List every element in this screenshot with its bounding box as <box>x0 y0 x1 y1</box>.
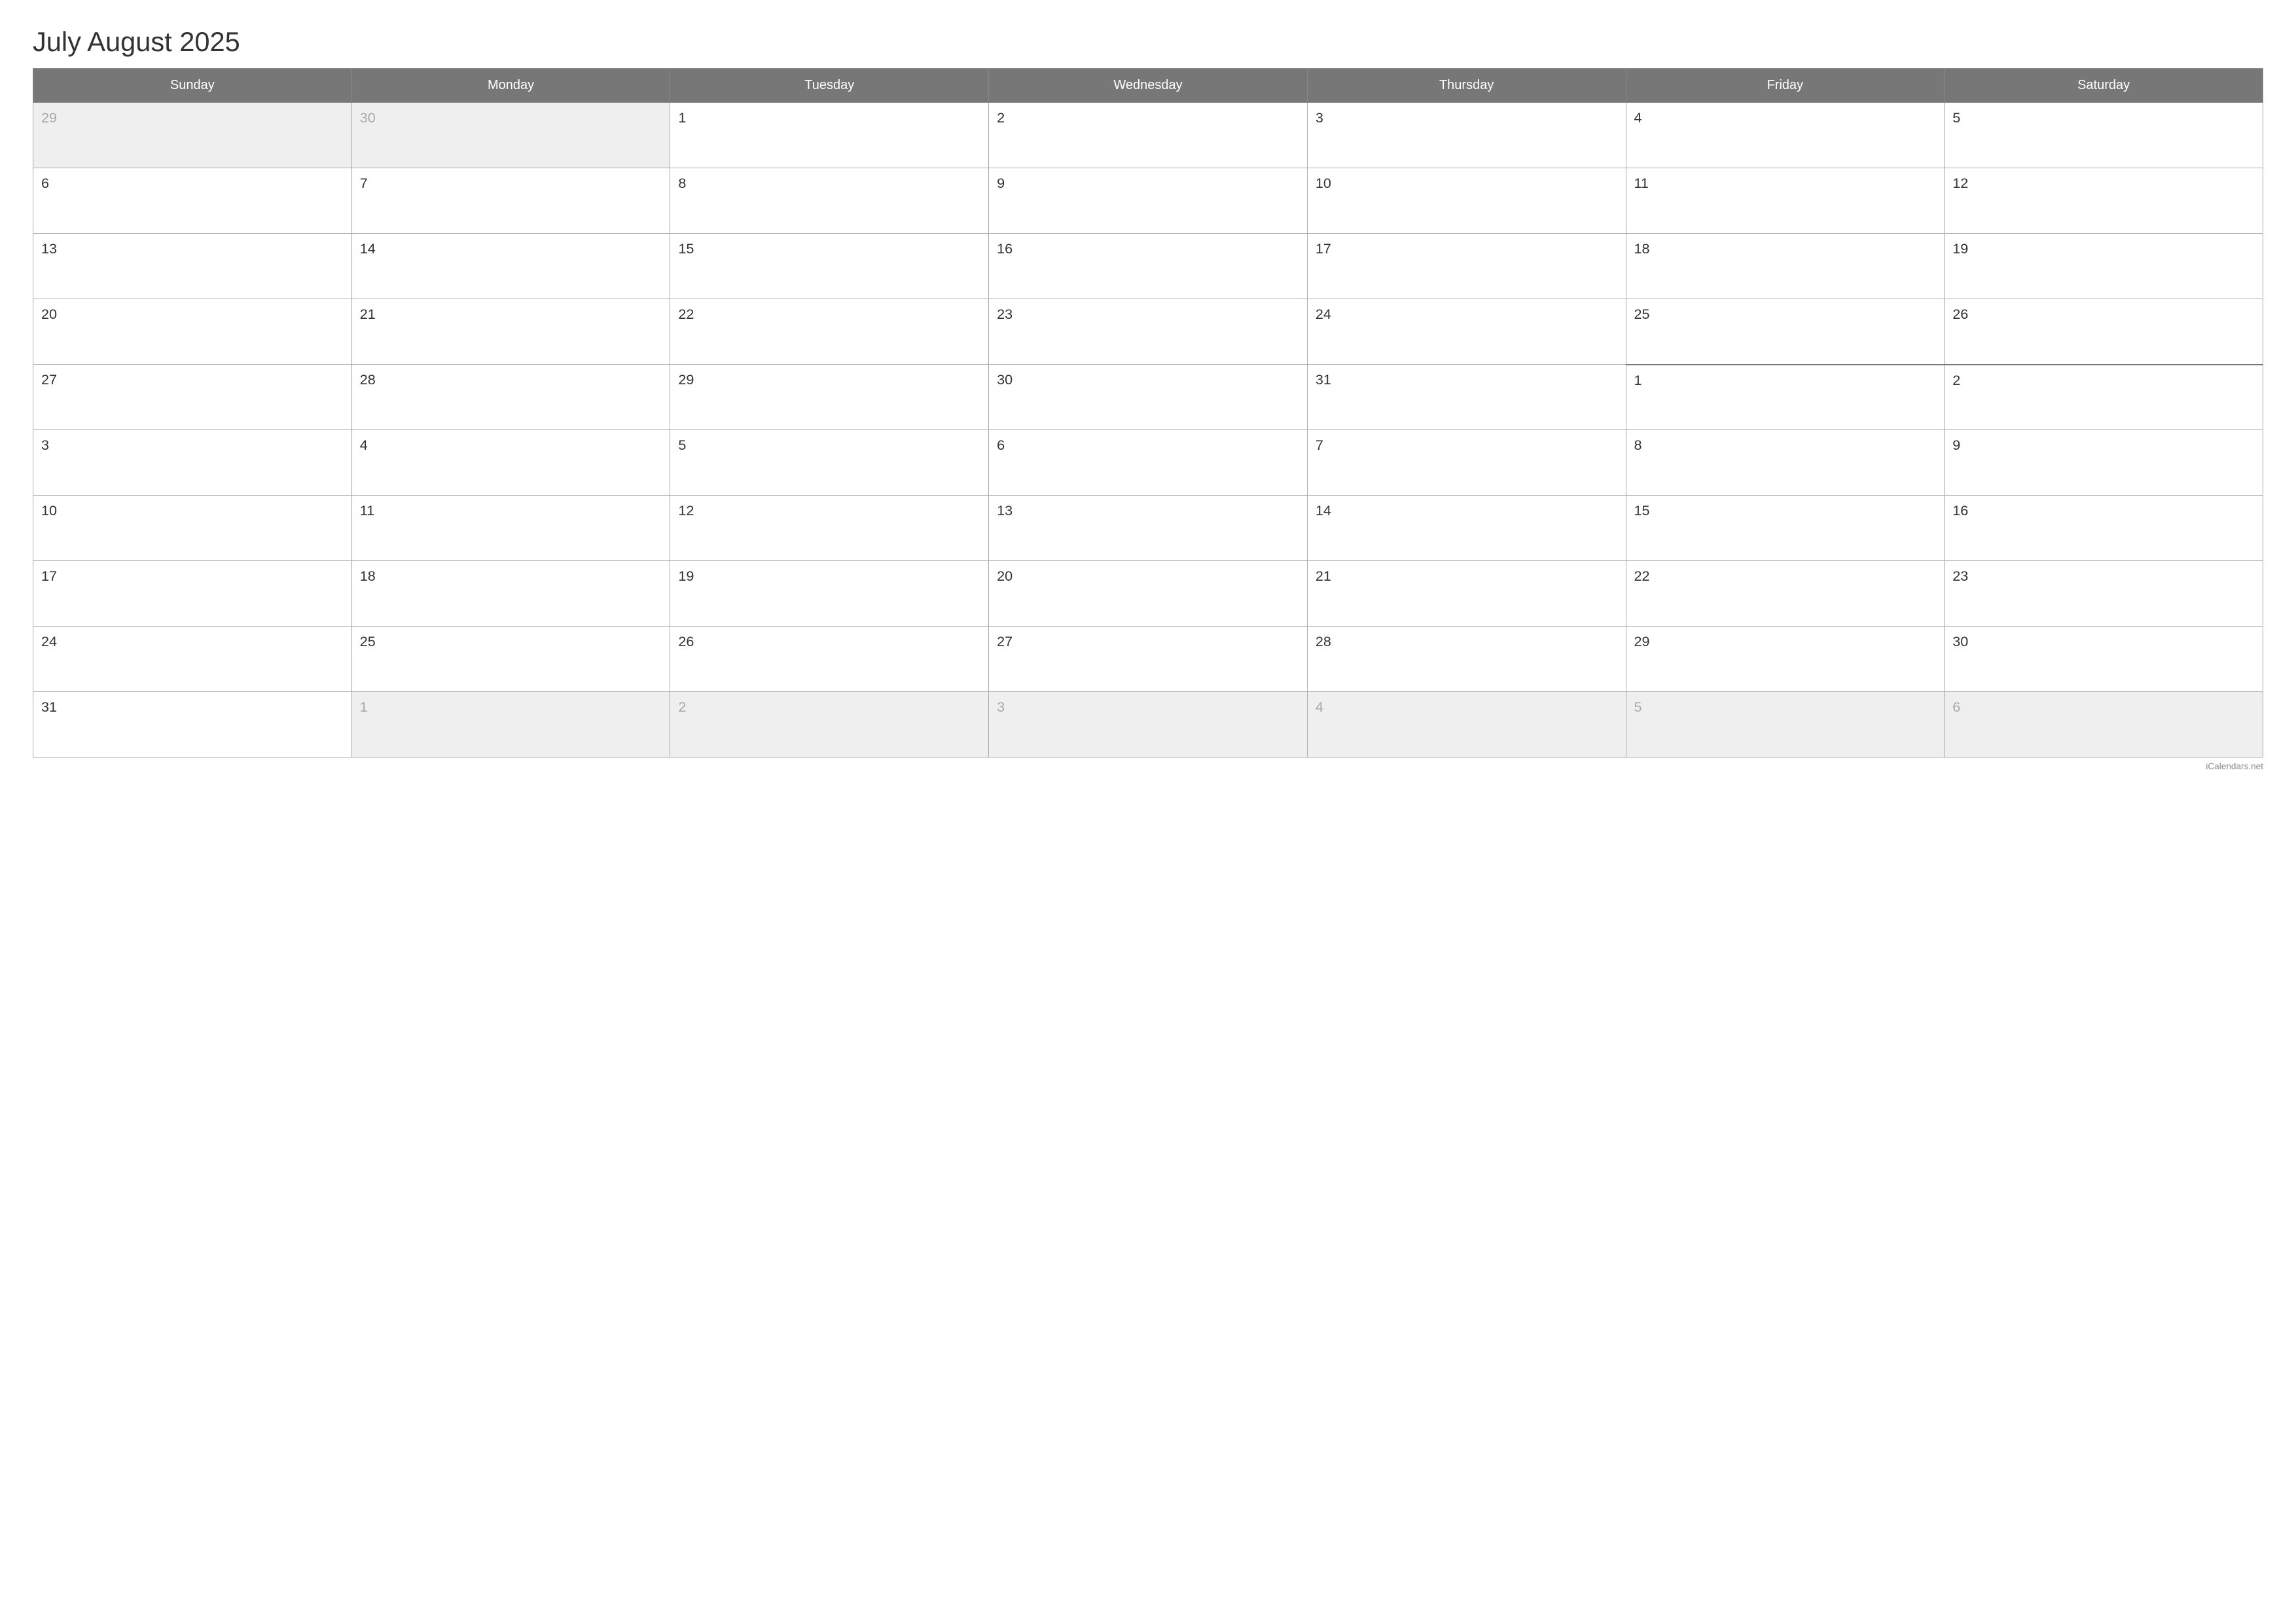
calendar-cell: 26 <box>1945 299 2263 365</box>
calendar-cell: 3 <box>989 692 1308 757</box>
calendar-cell: 16 <box>1945 496 2263 561</box>
calendar-cell: 22 <box>670 299 989 365</box>
calendar-cell: 16 <box>989 234 1308 299</box>
header-monday: Monday <box>351 69 670 103</box>
calendar-row: 31123456 <box>33 692 2263 757</box>
calendar-cell: 24 <box>1307 299 1626 365</box>
page-title: July August 2025 <box>33 26 2263 58</box>
calendar-cell: 13 <box>989 496 1308 561</box>
calendar-cell: 15 <box>670 234 989 299</box>
calendar-cell: 25 <box>1626 299 1945 365</box>
calendar-cell: 13 <box>33 234 352 299</box>
calendar-cell: 25 <box>351 627 670 692</box>
calendar-cell: 23 <box>1945 561 2263 627</box>
header-sunday: Sunday <box>33 69 352 103</box>
calendar-cell: 28 <box>351 365 670 430</box>
calendar-header-row: SundayMondayTuesdayWednesdayThursdayFrid… <box>33 69 2263 103</box>
calendar-cell: 23 <box>989 299 1308 365</box>
calendar-cell: 7 <box>351 168 670 234</box>
header-wednesday: Wednesday <box>989 69 1308 103</box>
calendar-table: SundayMondayTuesdayWednesdayThursdayFrid… <box>33 68 2263 757</box>
calendar-cell: 14 <box>1307 496 1626 561</box>
calendar-cell: 14 <box>351 234 670 299</box>
calendar-body: 2930123456789101112131415161718192021222… <box>33 103 2263 757</box>
calendar-cell: 29 <box>1626 627 1945 692</box>
calendar-cell: 17 <box>33 561 352 627</box>
calendar-cell: 28 <box>1307 627 1626 692</box>
header-saturday: Saturday <box>1945 69 2263 103</box>
calendar-cell: 5 <box>1945 103 2263 168</box>
calendar-cell: 26 <box>670 627 989 692</box>
calendar-cell: 17 <box>1307 234 1626 299</box>
calendar-cell: 27 <box>989 627 1308 692</box>
calendar-row: 20212223242526 <box>33 299 2263 365</box>
calendar-cell: 10 <box>33 496 352 561</box>
calendar-cell: 30 <box>351 103 670 168</box>
calendar-row: 272829303112 <box>33 365 2263 430</box>
calendar-cell: 6 <box>989 430 1308 496</box>
calendar-cell: 12 <box>1945 168 2263 234</box>
calendar-row: 6789101112 <box>33 168 2263 234</box>
calendar-cell: 7 <box>1307 430 1626 496</box>
calendar-cell: 30 <box>989 365 1308 430</box>
calendar-row: 10111213141516 <box>33 496 2263 561</box>
calendar-cell: 12 <box>670 496 989 561</box>
calendar-cell: 31 <box>1307 365 1626 430</box>
calendar-cell: 20 <box>33 299 352 365</box>
calendar-cell: 4 <box>1626 103 1945 168</box>
calendar-cell: 9 <box>1945 430 2263 496</box>
calendar-cell: 24 <box>33 627 352 692</box>
calendar-cell: 1 <box>351 692 670 757</box>
calendar-cell: 4 <box>1307 692 1626 757</box>
calendar-row: 293012345 <box>33 103 2263 168</box>
calendar-cell: 5 <box>1626 692 1945 757</box>
calendar-cell: 18 <box>1626 234 1945 299</box>
calendar-cell: 1 <box>670 103 989 168</box>
header-thursday: Thursday <box>1307 69 1626 103</box>
calendar-cell: 8 <box>670 168 989 234</box>
calendar-cell: 6 <box>33 168 352 234</box>
watermark: iCalendars.net <box>33 761 2263 771</box>
calendar-cell: 9 <box>989 168 1308 234</box>
header-tuesday: Tuesday <box>670 69 989 103</box>
calendar-cell: 11 <box>1626 168 1945 234</box>
calendar-cell: 15 <box>1626 496 1945 561</box>
header-friday: Friday <box>1626 69 1945 103</box>
calendar-cell: 19 <box>1945 234 2263 299</box>
calendar-cell: 8 <box>1626 430 1945 496</box>
calendar-cell: 4 <box>351 430 670 496</box>
calendar-cell: 27 <box>33 365 352 430</box>
calendar-cell: 2 <box>989 103 1308 168</box>
calendar-cell: 22 <box>1626 561 1945 627</box>
calendar-cell: 20 <box>989 561 1308 627</box>
calendar-cell: 29 <box>33 103 352 168</box>
calendar-cell: 21 <box>1307 561 1626 627</box>
calendar-row: 17181920212223 <box>33 561 2263 627</box>
calendar-row: 3456789 <box>33 430 2263 496</box>
calendar-row: 13141516171819 <box>33 234 2263 299</box>
calendar-cell: 2 <box>670 692 989 757</box>
calendar-cell: 6 <box>1945 692 2263 757</box>
calendar-cell: 2 <box>1945 365 2263 430</box>
calendar-cell: 30 <box>1945 627 2263 692</box>
calendar-cell: 29 <box>670 365 989 430</box>
calendar-cell: 1 <box>1626 365 1945 430</box>
calendar-cell: 19 <box>670 561 989 627</box>
calendar-cell: 5 <box>670 430 989 496</box>
calendar-row: 24252627282930 <box>33 627 2263 692</box>
calendar-cell: 21 <box>351 299 670 365</box>
calendar-cell: 31 <box>33 692 352 757</box>
calendar-cell: 3 <box>33 430 352 496</box>
calendar-cell: 18 <box>351 561 670 627</box>
calendar-cell: 3 <box>1307 103 1626 168</box>
calendar-cell: 11 <box>351 496 670 561</box>
calendar-cell: 10 <box>1307 168 1626 234</box>
